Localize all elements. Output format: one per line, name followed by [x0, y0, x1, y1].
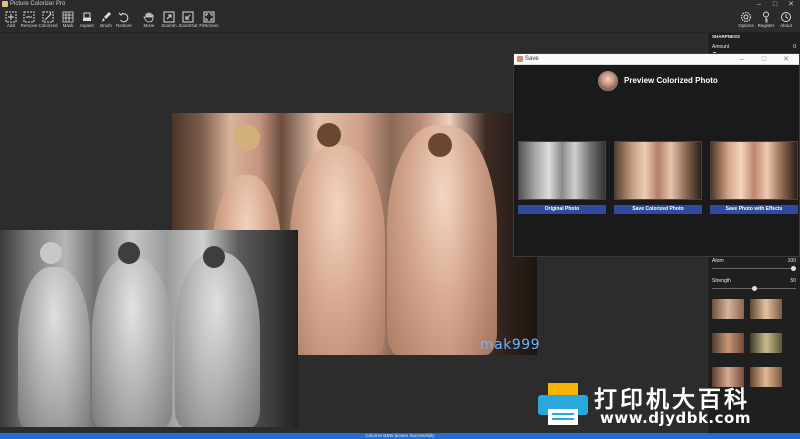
atom-value: 100	[787, 258, 796, 264]
restore-button[interactable]: Restore	[113, 10, 135, 32]
dialog-window-controls: – □ ✕	[731, 54, 797, 65]
zoom-out-icon	[182, 11, 194, 23]
figure-3	[387, 125, 497, 355]
atom-row: Atom 100	[712, 258, 796, 264]
site-url: www.djydbk.com	[600, 409, 751, 427]
figure-2	[290, 145, 385, 355]
dialog-heading: Preview Colorized Photo	[624, 76, 718, 85]
strength-slider-knob[interactable]	[751, 286, 757, 291]
remove-icon	[23, 11, 35, 23]
dialog-titlebar: Save – □ ✕	[514, 54, 799, 65]
strength-slider[interactable]	[712, 286, 796, 291]
maximize-icon[interactable]: □	[768, 0, 782, 9]
section-title: SHARPNESS	[712, 34, 741, 39]
minimize-icon[interactable]: –	[731, 54, 753, 65]
bw-figure-2	[92, 257, 172, 427]
bw-figure-3-head	[203, 246, 225, 268]
printer-logo-icon	[538, 383, 588, 425]
effect-thumbnail[interactable]	[712, 299, 744, 319]
dialog-title: Save	[525, 56, 539, 62]
eraser-icon	[83, 12, 91, 21]
original-preview-image	[518, 141, 606, 200]
minimize-icon[interactable]: –	[752, 0, 766, 9]
original-photo-button[interactable]: Original Photo	[518, 205, 606, 214]
window-title: Picture Colorizer Pro	[10, 1, 66, 7]
atom-slider[interactable]	[712, 266, 796, 271]
key-icon	[763, 11, 769, 23]
options-button[interactable]: Options	[735, 10, 757, 32]
atom-label: Atom	[712, 258, 724, 264]
close-icon[interactable]: ✕	[775, 54, 797, 65]
magic-wand-icon	[42, 11, 54, 23]
register-button[interactable]: Register	[755, 10, 777, 32]
figure-2-head	[317, 123, 341, 147]
effect-thumbnail[interactable]	[750, 333, 782, 353]
colorized-preview-image	[614, 141, 702, 200]
gear-icon	[740, 11, 752, 23]
effect-thumbnail[interactable]	[750, 299, 782, 319]
figure-3-head	[428, 133, 452, 157]
bw-figure-1	[18, 267, 90, 427]
effect-thumbnail[interactable]	[712, 333, 744, 353]
mask-icon	[62, 11, 74, 23]
add-icon	[5, 11, 17, 23]
fit-screen-icon	[203, 11, 215, 23]
strength-value: 50	[790, 278, 796, 284]
status-bar: Colorize B&W picture Successfully	[0, 433, 800, 439]
site-logo: 打印机大百科 www.djydbk.com	[530, 378, 800, 433]
amount-value: 0	[793, 44, 796, 50]
fitscreen-button[interactable]: FitScreen	[198, 10, 220, 32]
status-text: Colorize B&W picture Successfully	[365, 433, 435, 438]
app-icon	[2, 1, 8, 7]
clock-icon	[781, 12, 791, 22]
original-bw-photo[interactable]	[0, 230, 298, 427]
window-controls: – □ ✕	[752, 0, 798, 9]
effects-preview-image	[710, 141, 798, 200]
maximize-icon[interactable]: □	[753, 54, 775, 65]
strength-row: Strength 50	[712, 278, 796, 284]
amount-label: Amount	[712, 44, 730, 50]
zoomout-button[interactable]: ZoomOut	[177, 10, 199, 32]
toolbar: Add Remove Colorized Mask Inpaint Brush …	[0, 9, 800, 33]
atom-slider-knob[interactable]	[791, 266, 796, 271]
about-button[interactable]: About	[775, 10, 797, 32]
close-icon[interactable]: ✕	[784, 0, 798, 9]
strength-label: Strength	[712, 278, 731, 284]
bw-figure-2-head	[118, 242, 140, 264]
move-button[interactable]: Move	[138, 10, 160, 32]
save-colorized-photo-button[interactable]: Save Colorized Photo	[614, 205, 702, 214]
undo-icon	[118, 12, 129, 23]
save-photo-with-effects-button[interactable]: Save Photo with Effects	[710, 205, 798, 214]
watermark-text: mak999	[480, 337, 541, 353]
bw-figure-1-head	[40, 242, 62, 264]
title-bar: Picture Colorizer Pro – □ ✕	[0, 0, 800, 9]
amount-row: Amount 0	[712, 44, 796, 50]
dialog-app-icon	[517, 56, 523, 62]
avatar	[598, 71, 618, 91]
brush-icon	[102, 12, 111, 22]
bw-figure-3	[175, 252, 260, 427]
figure-1-head	[234, 125, 260, 151]
save-dialog: Save – □ ✕ Preview Colorized Photo Origi…	[513, 53, 800, 257]
hand-icon	[143, 12, 154, 23]
zoom-in-icon	[163, 11, 175, 23]
colorized-button[interactable]: Colorized	[37, 10, 59, 32]
